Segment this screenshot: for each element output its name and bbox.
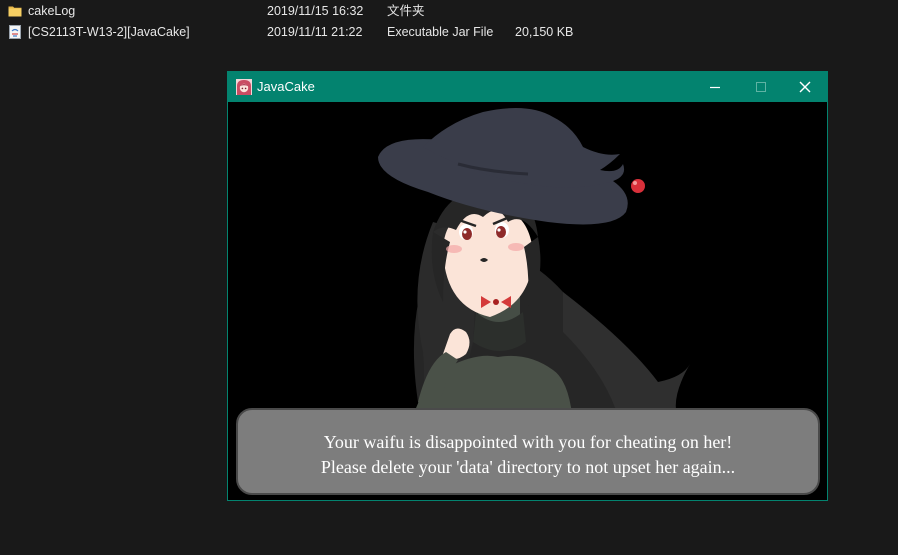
file-type: Executable Jar File: [387, 25, 494, 39]
dialog-line-2: Please delete your 'data' directory to n…: [320, 457, 736, 477]
file-size: 20,150 KB: [515, 25, 574, 39]
file-row-cakelog[interactable]: cakeLog 2019/11/15 16:32 文件夹: [0, 0, 898, 22]
file-name: [CS2113T-W13-2][JavaCake]: [28, 25, 190, 39]
file-date: 2019/11/11 21:22: [267, 25, 363, 39]
file-row-javacake-jar[interactable]: [CS2113T-W13-2][JavaCake] 2019/11/11 21:…: [0, 21, 898, 43]
javacake-window: JavaCake Your waifu is disappointed with…: [227, 71, 828, 501]
close-icon: [799, 81, 811, 93]
folder-icon: [8, 6, 22, 17]
window-content: Your waifu is disappointed with you for …: [228, 102, 827, 500]
close-button[interactable]: [782, 72, 828, 102]
file-type: 文件夹: [387, 4, 425, 18]
window-title: JavaCake: [257, 79, 315, 94]
dialog-line-1: Your waifu is disappointed with you for …: [323, 432, 733, 452]
file-name: cakeLog: [28, 4, 76, 18]
app-avatar-icon: [236, 79, 252, 95]
file-date: 2019/11/15 16:32: [267, 4, 364, 18]
window-titlebar[interactable]: JavaCake: [228, 72, 827, 102]
minimize-icon: [710, 86, 720, 89]
maximize-button[interactable]: [738, 72, 784, 102]
dialog-box: Your waifu is disappointed with you for …: [236, 408, 820, 495]
minimize-button[interactable]: [692, 72, 738, 102]
maximize-icon: [756, 82, 766, 92]
jar-file-icon: [9, 25, 21, 39]
